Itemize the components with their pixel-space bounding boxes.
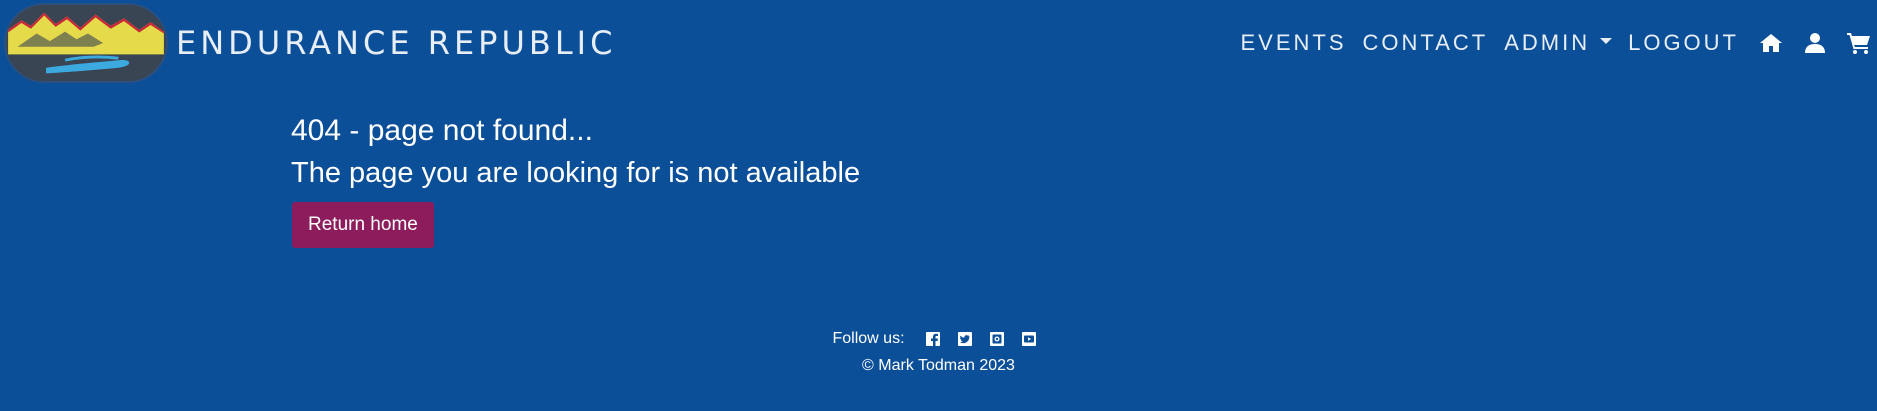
nav-admin-label: ADMIN <box>1504 30 1591 55</box>
main-content: 404 - page not found... The page you are… <box>291 112 860 248</box>
nav-contact[interactable]: CONTACT <box>1363 30 1489 56</box>
page-subtitle: The page you are looking for is not avai… <box>291 157 861 189</box>
caret-down-icon <box>1600 38 1613 44</box>
nav-admin-dropdown[interactable]: ADMIN <box>1504 30 1613 56</box>
nav-events[interactable]: EVENTS <box>1240 30 1346 56</box>
home-icon[interactable] <box>1759 31 1783 55</box>
brand-name: ENDURANCE REPUBLIC <box>176 24 617 62</box>
nav-logout[interactable]: LOGOUT <box>1628 30 1739 56</box>
instagram-icon[interactable] <box>989 331 1005 347</box>
youtube-icon[interactable] <box>1021 331 1037 347</box>
page-title: 404 - page not found... <box>291 114 593 147</box>
navbar: ENDURANCE REPUBLIC EVENTS CONTACT ADMIN … <box>0 0 1877 86</box>
facebook-icon[interactable] <box>925 331 941 347</box>
nav-links: EVENTS CONTACT ADMIN LOGOUT <box>1224 0 1871 86</box>
cart-icon[interactable] <box>1847 31 1871 55</box>
follow-label: Follow us: <box>832 330 905 347</box>
return-home-button[interactable]: Return home <box>292 202 434 248</box>
footer: Follow us: © Mark Todman 2023 <box>0 326 1877 378</box>
brand-link[interactable]: ENDURANCE REPUBLIC <box>4 0 616 86</box>
user-icon[interactable] <box>1803 31 1827 55</box>
follow-row: Follow us: <box>0 326 1877 352</box>
twitter-icon[interactable] <box>957 331 973 347</box>
mountain-river-logo <box>4 3 168 83</box>
copyright-text: © Mark Todman 2023 <box>862 357 1015 374</box>
